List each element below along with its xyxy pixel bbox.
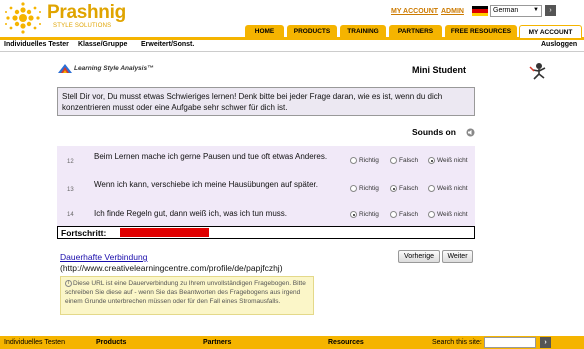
question-number: 14 bbox=[67, 212, 74, 218]
option-richtig[interactable]: Richtig bbox=[350, 185, 379, 192]
question-row: 12 Beim Lernen mache ich gerne Pausen un… bbox=[57, 149, 475, 171]
speaker-icon[interactable] bbox=[466, 128, 475, 137]
subnav-divider bbox=[0, 51, 584, 52]
progress-label: Fortschritt: bbox=[61, 228, 107, 238]
questions-table: 12 Beim Lernen mache ich gerne Pausen un… bbox=[57, 146, 475, 226]
next-button[interactable]: Weiter bbox=[442, 250, 473, 263]
my-account-link[interactable]: MY ACCOUNT bbox=[391, 8, 438, 15]
question-row: 14 Ich finde Regeln gut, dann weiß ich, … bbox=[57, 204, 475, 226]
option-falsch[interactable]: Falsch bbox=[390, 211, 418, 218]
footer-link-resources[interactable]: Resources bbox=[328, 339, 364, 346]
language-select[interactable]: German ▼ bbox=[490, 5, 542, 17]
radio-button[interactable] bbox=[390, 157, 397, 164]
main-nav: HOME PRODUCTS TRAINING PARTNERS FREE RES… bbox=[0, 24, 584, 40]
admin-link[interactable]: ADMIN bbox=[441, 8, 464, 15]
option-falsch[interactable]: Falsch bbox=[390, 157, 418, 164]
footer-bar: Individuelles Testen Products Partners R… bbox=[0, 336, 584, 349]
question-number: 12 bbox=[67, 159, 74, 165]
option-weiss-nicht[interactable]: Weiß nicht bbox=[428, 185, 468, 192]
language-selected: German bbox=[493, 7, 519, 14]
tab-my-account[interactable]: MY ACCOUNT bbox=[519, 25, 582, 38]
sounds-toggle-label[interactable]: Sounds on bbox=[412, 127, 456, 137]
footer-link-products[interactable]: Products bbox=[96, 339, 126, 346]
permanent-url: (http://www.creativelearningcentre.com/p… bbox=[60, 263, 283, 273]
radio-button[interactable] bbox=[428, 185, 435, 192]
subnav-extended[interactable]: Erweitert/Sonst. bbox=[141, 41, 194, 48]
option-weiss-nicht[interactable]: Weiß nicht bbox=[428, 211, 468, 218]
option-falsch[interactable]: Falsch bbox=[390, 185, 418, 192]
footer-link-partners[interactable]: Partners bbox=[203, 339, 231, 346]
radio-button[interactable] bbox=[428, 211, 435, 218]
search-input[interactable] bbox=[484, 337, 536, 348]
radio-button-selected[interactable] bbox=[428, 157, 435, 164]
subnav-class-group[interactable]: Klasse/Gruppe bbox=[78, 41, 127, 48]
tab-home[interactable]: HOME bbox=[245, 25, 284, 38]
search-label: Search this site: bbox=[432, 339, 482, 346]
radio-button-selected[interactable] bbox=[350, 211, 357, 218]
url-note-text: Diese URL ist eine Dauerverbindung zu Ih… bbox=[65, 280, 306, 305]
radio-button[interactable] bbox=[350, 157, 357, 164]
progress-box: Fortschritt: bbox=[57, 226, 475, 239]
footer-link-individual[interactable]: Individuelles Testen bbox=[4, 339, 65, 346]
tab-training[interactable]: TRAINING bbox=[340, 25, 386, 38]
previous-button[interactable]: Vorherige bbox=[398, 250, 440, 263]
progress-bar-fill bbox=[120, 228, 209, 237]
option-richtig[interactable]: Richtig bbox=[350, 157, 379, 164]
radio-button[interactable] bbox=[350, 185, 357, 192]
option-richtig[interactable]: Richtig bbox=[350, 211, 379, 218]
instructions-box: Stell Dir vor, Du musst etwas Schwierige… bbox=[57, 87, 475, 116]
student-figure-icon bbox=[529, 63, 546, 80]
radio-button[interactable] bbox=[390, 211, 397, 218]
german-flag-icon bbox=[472, 6, 488, 16]
top-links: MY ACCOUNT ADMIN bbox=[391, 8, 464, 15]
question-text: Beim Lernen mache ich gerne Pausen und t… bbox=[94, 152, 328, 161]
question-text: Ich finde Regeln gut, dann weiß ich, was… bbox=[94, 209, 287, 218]
chevron-down-icon: ▼ bbox=[533, 7, 539, 13]
language-go-icon[interactable]: › bbox=[545, 5, 556, 16]
logout-link[interactable]: Ausloggen bbox=[541, 41, 577, 48]
search-go-icon[interactable]: › bbox=[540, 337, 551, 348]
question-number: 13 bbox=[67, 187, 74, 193]
question-row: 13 Wenn ich kann, verschiebe ich meine H… bbox=[57, 177, 475, 199]
brand-name: Prashnig bbox=[47, 2, 126, 23]
info-icon: i bbox=[65, 279, 72, 287]
tab-free-resources[interactable]: FREE RESOURCES bbox=[445, 25, 517, 38]
tab-products[interactable]: PRODUCTS bbox=[287, 25, 337, 38]
radio-button-selected[interactable] bbox=[390, 185, 397, 192]
subnav-individual-tester[interactable]: Individuelles Tester bbox=[4, 41, 69, 48]
learning-style-analysis-logo-icon bbox=[58, 64, 72, 73]
option-weiss-nicht[interactable]: Weiß nicht bbox=[428, 157, 468, 164]
question-text: Wenn ich kann, verschiebe ich meine Haus… bbox=[94, 180, 318, 189]
lsa-logo-text: Learning Style Analysis™ bbox=[74, 65, 154, 72]
url-note: i Diese URL ist eine Dauerverbindung zu I… bbox=[60, 276, 314, 315]
permanent-link[interactable]: Dauerhafte Verbindung bbox=[60, 252, 147, 262]
page-title: Mini Student bbox=[412, 65, 466, 75]
tab-partners[interactable]: PARTNERS bbox=[389, 25, 442, 38]
